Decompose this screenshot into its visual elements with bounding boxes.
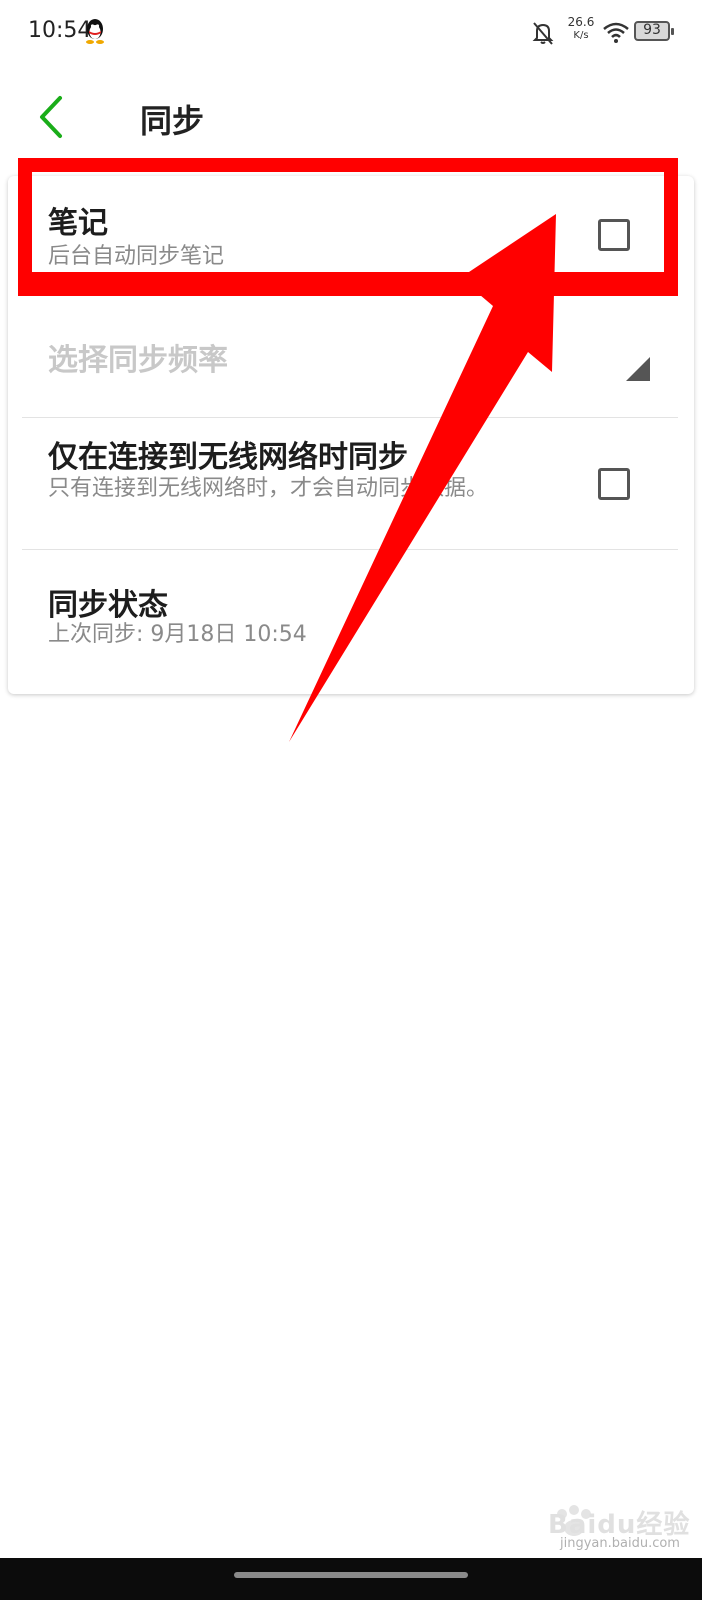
watermark-url: jingyan.baidu.com: [560, 1536, 680, 1551]
network-speed-value: 26.6: [567, 15, 595, 29]
page-title: 同步: [140, 102, 205, 140]
bell-off-icon: [532, 22, 554, 45]
setting-row-sync-status[interactable]: 同步状态 上次同步: 9月18日 10:54: [8, 550, 694, 690]
home-indicator[interactable]: [234, 1572, 468, 1578]
back-button[interactable]: [30, 92, 74, 142]
setting-title-wifi-only: 仅在连接到无线网络时同步: [48, 440, 408, 475]
wifi-only-checkbox[interactable]: [598, 468, 630, 500]
setting-title-frequency: 选择同步频率: [48, 343, 228, 378]
network-speed-unit: K/s: [573, 30, 589, 41]
status-time: 10:54: [28, 18, 92, 43]
qq-penguin-icon: [86, 19, 104, 44]
network-speed: 26.6 K/s: [566, 16, 596, 42]
wifi-icon: [603, 22, 629, 43]
battery-icon: 93: [634, 21, 674, 41]
setting-row-frequency: 选择同步频率: [8, 295, 694, 417]
status-bar: 10:54 26.6 K/s 93: [0, 0, 702, 64]
system-nav-bar: [0, 1558, 702, 1600]
setting-row-wifi-only[interactable]: 仅在连接到无线网络时同步 只有连接到无线网络时，才会自动同步数据。: [8, 418, 694, 550]
chevron-left-icon: [40, 96, 62, 138]
setting-subtitle-wifi-only: 只有连接到无线网络时，才会自动同步数据。: [48, 476, 489, 501]
highlight-underline: [18, 272, 678, 296]
dropdown-triangle-icon: [626, 357, 650, 381]
setting-subtitle-sync-status: 上次同步: 9月18日 10:54: [48, 622, 307, 647]
battery-level: 93: [643, 22, 661, 38]
